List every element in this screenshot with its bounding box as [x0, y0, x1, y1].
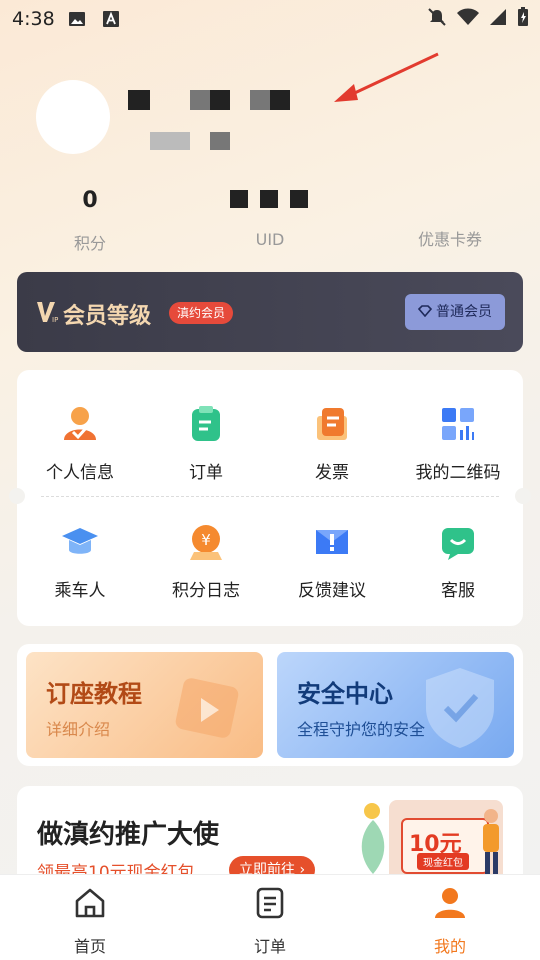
uid-value-redacted: [220, 188, 320, 218]
grid-item-customer-service[interactable]: 客服: [395, 522, 521, 601]
annotation-arrow-icon: [334, 52, 439, 102]
grid-label: 个人信息: [46, 463, 114, 483]
tab-home-label: 首页: [73, 937, 106, 956]
shield-icon: [426, 668, 494, 748]
coupons-value: [400, 184, 500, 214]
divider-notch: [9, 488, 25, 504]
booking-tutorial-card[interactable]: 订座教程 详细介绍: [26, 652, 263, 758]
text-a-icon: [103, 11, 119, 27]
booking-tutorial-title: 订座教程: [46, 680, 142, 708]
grid-item-user-info[interactable]: 个人信息: [17, 404, 143, 483]
mute-icon: [428, 8, 446, 26]
status-bar: 4:38: [0, 0, 540, 36]
grid-item-qrcode[interactable]: 我的二维码: [395, 404, 521, 483]
coin-icon: [364, 803, 380, 819]
vip-level-label: 普通会员: [436, 304, 492, 320]
grid-label: 积分日志: [172, 581, 240, 601]
nickname-redacted: [128, 90, 150, 110]
status-icons: [426, 6, 530, 28]
points-log-icon: ¥: [190, 525, 222, 560]
bottom-tab-bar: 首页 订单 我的: [0, 874, 540, 960]
order-icon: [192, 406, 220, 441]
video-play-icon: [175, 678, 239, 738]
function-grid: 个人信息 订单 发票 我的二维码 乘车人 ¥ 积分日志 反馈建议 客服: [9, 370, 531, 626]
customer-service-icon: [442, 528, 474, 560]
grid-divider: [41, 496, 499, 497]
tab-orders[interactable]: 订单: [220, 885, 320, 957]
leaf-icon: [361, 820, 385, 874]
points-value: 0: [82, 188, 98, 213]
home-icon: [75, 888, 105, 918]
stat-uid: UID: [220, 188, 320, 249]
vip-level-button[interactable]: 普通会员: [405, 294, 505, 330]
grid-label: 客服: [441, 581, 475, 601]
vip-banner[interactable]: IP 会员等级 滇约会员 普通会员: [17, 272, 523, 352]
grid-item-passenger[interactable]: 乘车人: [17, 522, 143, 601]
grid-label: 我的二维码: [415, 463, 501, 483]
nickname-redacted: [270, 90, 290, 110]
stat-points[interactable]: 0 积分: [40, 188, 140, 254]
invoice-icon: [317, 408, 347, 440]
vip-title: 会员等级: [63, 304, 152, 329]
profile-icon: [435, 888, 465, 918]
stats-row: 0 积分 UID 优惠卡券: [0, 188, 540, 258]
ambassador-banner[interactable]: 做滇约推广大使 领最高10元现金红包 立即前往 › 10元 现金红包: [17, 786, 523, 886]
svg-text:¥: ¥: [201, 531, 211, 549]
vip-badge: 滇约会员: [169, 302, 234, 324]
phone-redacted: [210, 132, 230, 150]
tab-home[interactable]: 首页: [40, 885, 140, 957]
grid-item-order[interactable]: 订单: [143, 404, 269, 483]
divider-notch: [515, 488, 531, 504]
qrcode-icon: [442, 408, 474, 440]
security-center-card[interactable]: 安全中心 全程守护您的安全: [277, 652, 514, 758]
passenger-icon: [62, 528, 98, 554]
tab-mine-label: 我的: [433, 937, 466, 956]
tab-mine[interactable]: 我的: [400, 885, 500, 957]
grid-label: 发票: [315, 463, 349, 483]
grid-label: 乘车人: [54, 581, 106, 601]
grid-item-points-log[interactable]: ¥ 积分日志: [143, 522, 269, 601]
order-list-icon: [256, 887, 284, 919]
nickname-redacted: [210, 90, 230, 110]
battery-icon: [518, 7, 528, 26]
uid-label: UID: [255, 230, 285, 249]
grid-label: 订单: [189, 463, 223, 483]
diamond-icon: [417, 305, 433, 318]
wifi-icon: [457, 8, 479, 25]
tab-orders-label: 订单: [253, 937, 286, 956]
nickname-redacted: [250, 90, 270, 110]
vip-logo-icon: IP: [37, 302, 58, 324]
signal-icon: [490, 9, 506, 25]
stat-coupons[interactable]: 优惠卡券: [400, 184, 500, 250]
ambassador-title: 做滇约推广大使: [37, 820, 220, 850]
security-center-subtitle: 全程守护您的安全: [297, 720, 426, 739]
nickname-redacted: [190, 90, 210, 110]
coupons-label: 优惠卡券: [417, 230, 482, 249]
phone-redacted: [150, 132, 190, 150]
grid-label: 反馈建议: [298, 581, 366, 601]
status-time: 4:38: [12, 8, 55, 30]
grid-item-feedback[interactable]: 反馈建议: [269, 522, 395, 601]
feedback-icon: [316, 530, 348, 554]
person-illustration-icon: [483, 809, 499, 874]
avatar[interactable]: [36, 80, 110, 154]
svg-text:IP: IP: [52, 316, 58, 324]
points-label: 积分: [73, 234, 106, 253]
booking-tutorial-subtitle: 详细介绍: [46, 720, 111, 739]
image-icon: [69, 12, 85, 26]
promo-section: 订座教程 详细介绍 安全中心 全程守护您的安全: [17, 644, 523, 766]
grid-item-invoice[interactable]: 发票: [269, 404, 395, 483]
security-center-title: 安全中心: [297, 680, 393, 708]
user-info-icon: [64, 407, 96, 440]
red-envelope-tag: 现金红包: [417, 853, 469, 870]
